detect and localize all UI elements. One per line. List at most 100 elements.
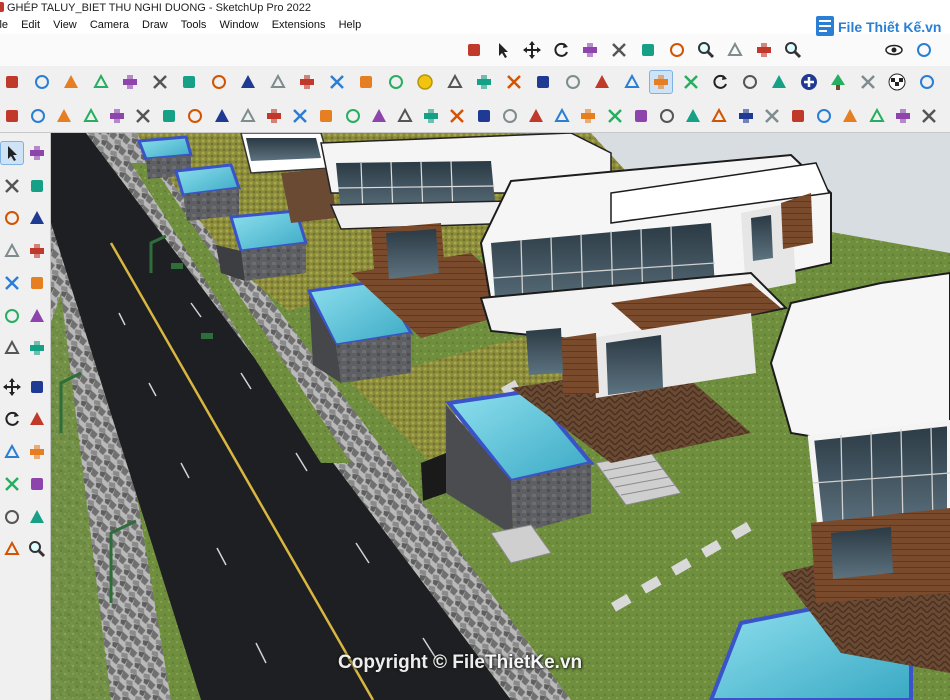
axes-tool-button[interactable] <box>25 505 49 529</box>
menu-help[interactable]: Help <box>339 16 362 34</box>
fillet-button[interactable] <box>812 104 836 128</box>
style-button[interactable] <box>472 70 496 94</box>
sandbox-button[interactable] <box>0 70 24 94</box>
section-button[interactable] <box>207 70 231 94</box>
shape-button[interactable] <box>288 104 312 128</box>
section-button[interactable] <box>384 70 408 94</box>
shaded-button[interactable] <box>620 70 644 94</box>
sandbox-button[interactable] <box>30 70 54 94</box>
orbit-tool-button[interactable] <box>25 141 49 165</box>
eye-button[interactable] <box>882 38 906 62</box>
style-button[interactable] <box>590 70 614 94</box>
section-button[interactable] <box>325 70 349 94</box>
style-button[interactable] <box>531 70 555 94</box>
polyline-button[interactable] <box>52 104 76 128</box>
checker-button[interactable] <box>885 70 909 94</box>
paint-tool-button[interactable] <box>0 174 24 198</box>
menu-tools[interactable]: Tools <box>181 16 207 34</box>
globe-button[interactable] <box>915 70 939 94</box>
move-button[interactable] <box>520 38 544 62</box>
layer-button[interactable] <box>679 70 703 94</box>
sandbox-button[interactable] <box>89 70 113 94</box>
pencil-tool-button[interactable] <box>0 239 24 263</box>
arc-button[interactable] <box>655 104 679 128</box>
arc-button[interactable] <box>26 104 50 128</box>
follow-me-button[interactable] <box>131 104 155 128</box>
menu-draw[interactable]: Draw <box>142 16 168 34</box>
extrude-button[interactable] <box>524 104 548 128</box>
circle-tool-button[interactable] <box>0 304 24 328</box>
rectangle-tool-button[interactable] <box>0 271 24 295</box>
section-button[interactable] <box>236 70 260 94</box>
section-button[interactable] <box>295 70 319 94</box>
polyline-button[interactable] <box>472 104 496 128</box>
arc-tool-button[interactable] <box>0 336 24 360</box>
curve-button[interactable] <box>210 104 234 128</box>
curve-button[interactable] <box>838 104 862 128</box>
extrude-button[interactable] <box>105 104 129 128</box>
curve-button[interactable] <box>0 104 24 128</box>
style-button[interactable] <box>561 70 585 94</box>
instructor-button[interactable] <box>607 38 631 62</box>
extrude-button[interactable] <box>314 104 338 128</box>
zoom-extents-button[interactable] <box>752 38 776 62</box>
sandbox-button[interactable] <box>59 70 83 94</box>
menu-camera[interactable]: Camera <box>90 16 129 34</box>
arrows-button[interactable] <box>767 70 791 94</box>
refresh-button[interactable] <box>708 70 732 94</box>
shape-button[interactable] <box>917 104 941 128</box>
curve-button[interactable] <box>629 104 653 128</box>
tape-tool-button[interactable] <box>25 206 49 230</box>
offset-button[interactable] <box>367 104 391 128</box>
model-viewport[interactable] <box>51 133 950 700</box>
fillet-button[interactable] <box>183 104 207 128</box>
menu-file[interactable]: ile <box>0 16 8 34</box>
scale-button[interactable] <box>578 38 602 62</box>
select-button[interactable] <box>491 38 515 62</box>
shape-button[interactable] <box>79 104 103 128</box>
freehand-tool-button[interactable] <box>25 239 49 263</box>
pie-tool-button[interactable] <box>25 336 49 360</box>
camera-button[interactable] <box>738 70 762 94</box>
eraser-tool-button[interactable] <box>25 174 49 198</box>
offset-tool-button[interactable] <box>25 440 49 464</box>
arc-button[interactable] <box>236 104 260 128</box>
zoom-window-button[interactable] <box>723 38 747 62</box>
follow-me-button[interactable] <box>341 104 365 128</box>
dimension-tool-button[interactable] <box>25 472 49 496</box>
text-tool-button[interactable] <box>0 505 24 529</box>
follow-me-button[interactable] <box>760 104 784 128</box>
push-pull-tool-button[interactable] <box>25 375 49 399</box>
scale-tool-button[interactable] <box>0 440 24 464</box>
component-tool-button[interactable] <box>0 206 24 230</box>
arc-button[interactable] <box>445 104 469 128</box>
section-button[interactable] <box>177 70 201 94</box>
menu-window[interactable]: Window <box>220 16 259 34</box>
protractor-tool-button[interactable] <box>0 472 24 496</box>
rotate-button[interactable] <box>549 38 573 62</box>
chart-button[interactable] <box>856 70 880 94</box>
sandbox-button[interactable] <box>148 70 172 94</box>
offset-button[interactable] <box>786 104 810 128</box>
rotated-rect-tool-button[interactable] <box>25 271 49 295</box>
offset-button[interactable] <box>157 104 181 128</box>
sandbox-button[interactable] <box>118 70 142 94</box>
polyline-button[interactable] <box>891 104 915 128</box>
section-button[interactable] <box>354 70 378 94</box>
textured-button[interactable] <box>649 70 673 94</box>
walk-tool-button[interactable] <box>0 537 24 561</box>
footprints-button[interactable] <box>912 38 936 62</box>
follow-me-button[interactable] <box>550 104 574 128</box>
paint-button[interactable] <box>665 38 689 62</box>
zoom-button[interactable] <box>694 38 718 62</box>
tree-button[interactable] <box>826 70 850 94</box>
offset-button[interactable] <box>576 104 600 128</box>
gold-coin-button[interactable] <box>413 70 437 94</box>
shape-button[interactable] <box>498 104 522 128</box>
style-button[interactable] <box>502 70 526 94</box>
section-button[interactable] <box>266 70 290 94</box>
search-button[interactable] <box>781 38 805 62</box>
tools-button[interactable] <box>443 70 467 94</box>
line-button[interactable] <box>462 38 486 62</box>
curve-button[interactable] <box>419 104 443 128</box>
